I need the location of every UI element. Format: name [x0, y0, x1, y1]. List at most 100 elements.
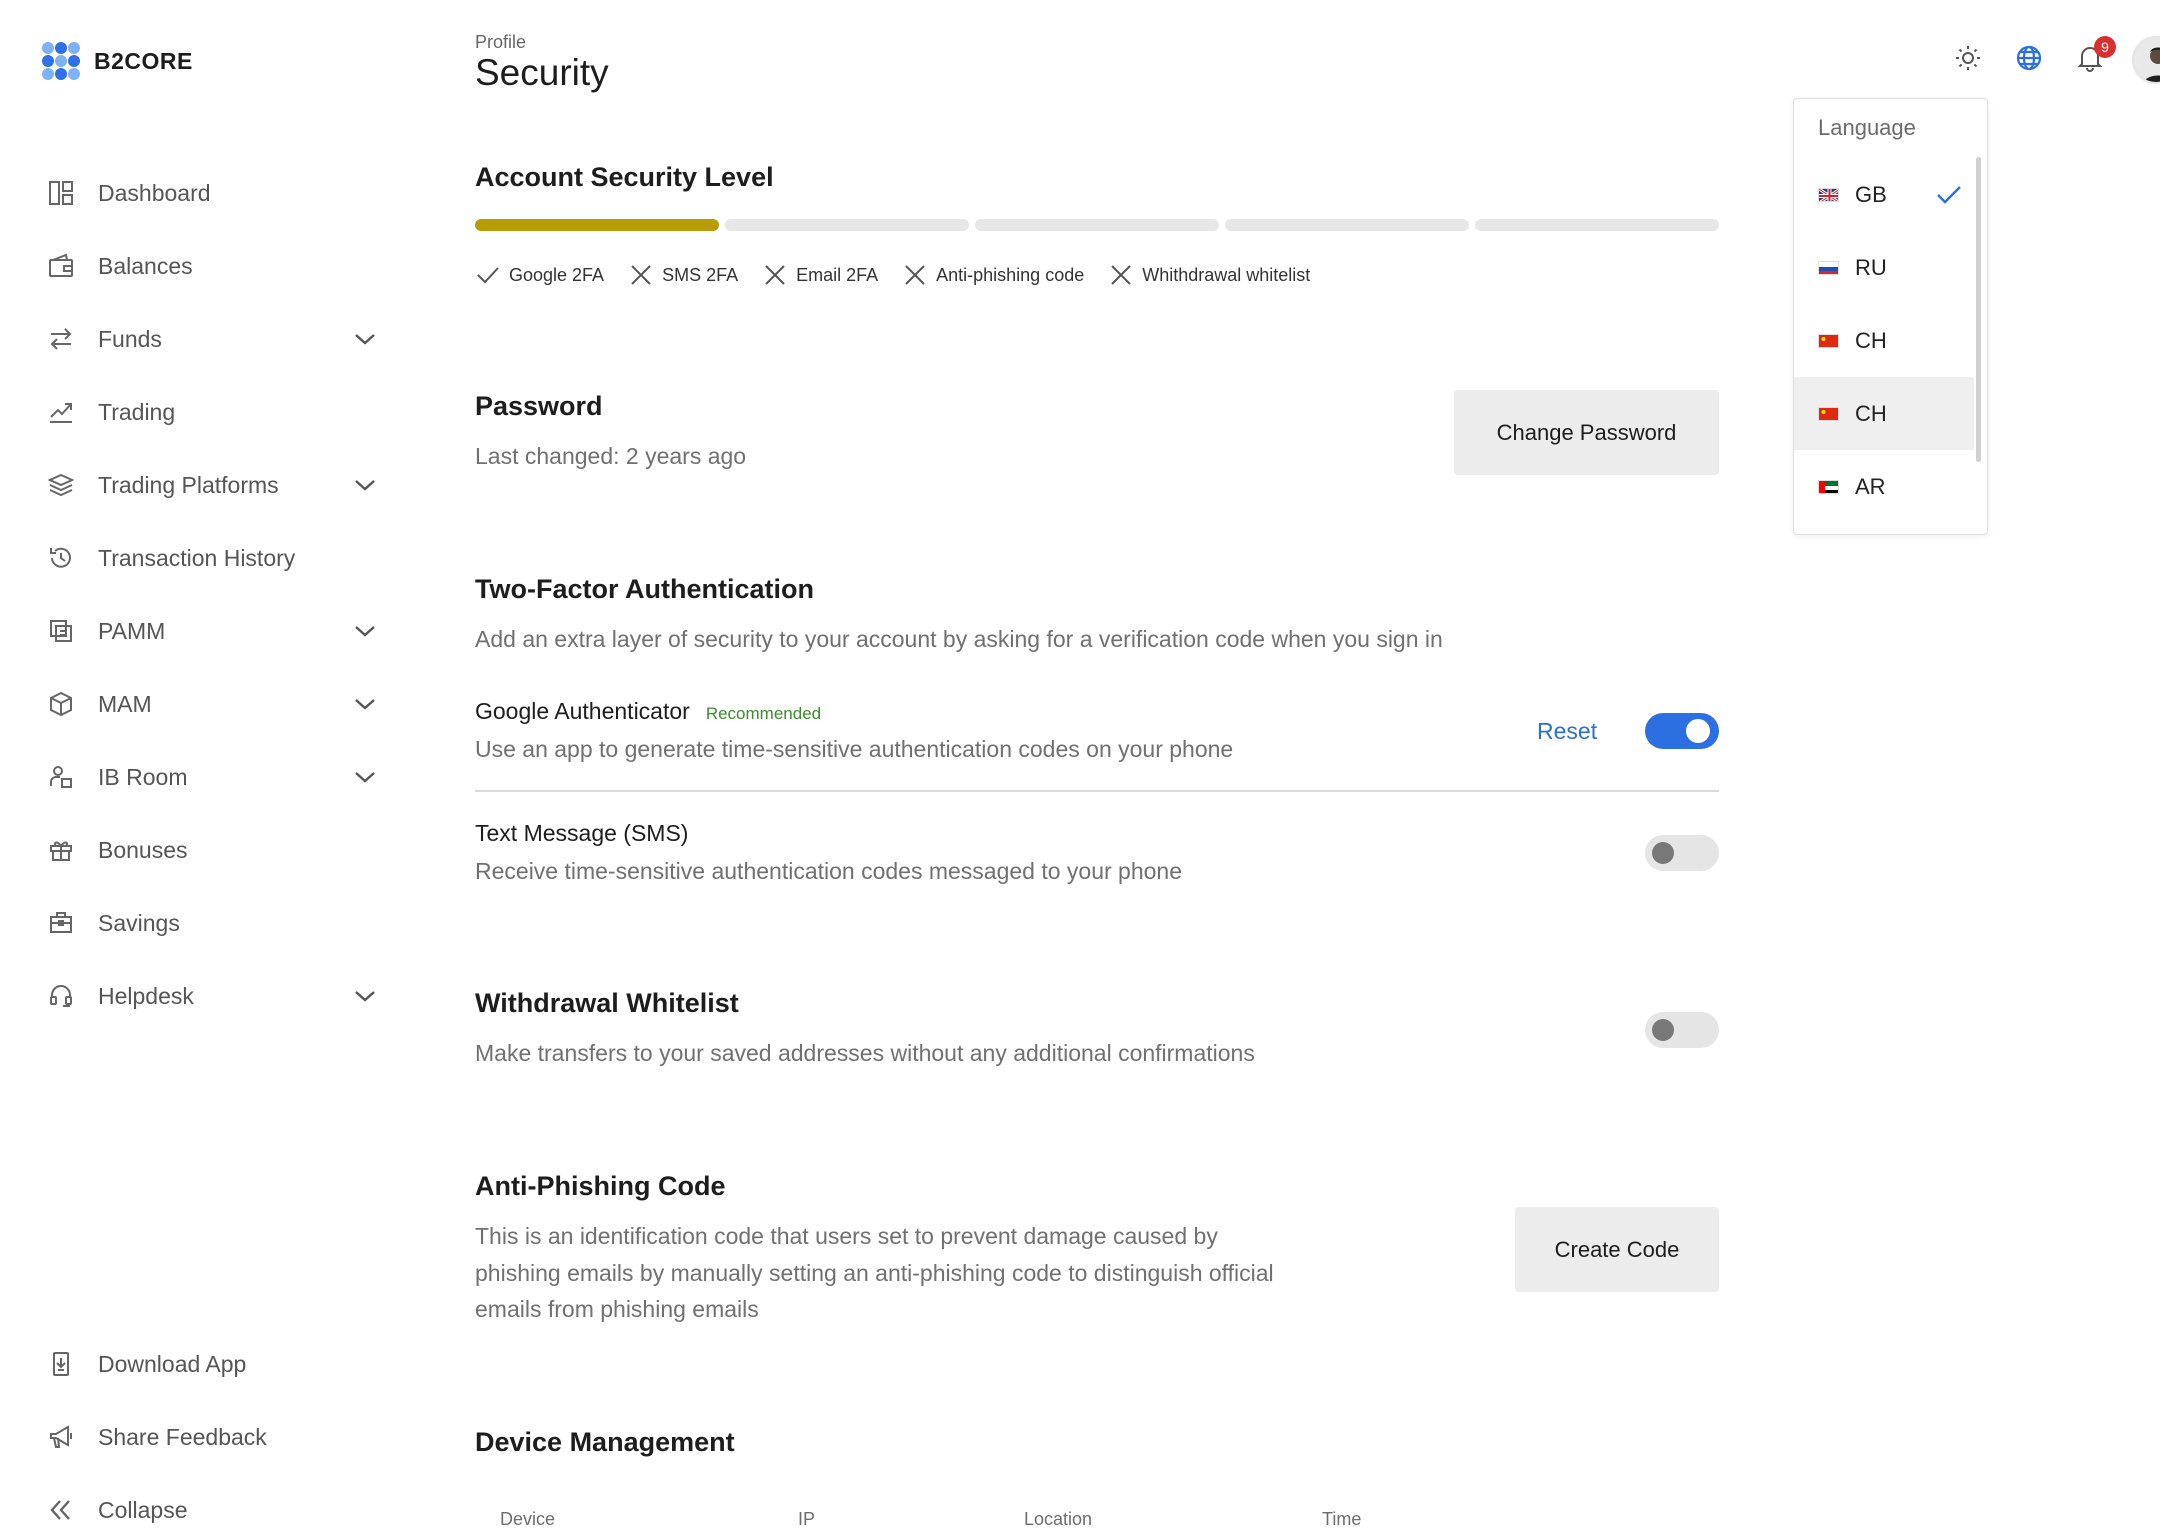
- sms-title: Text Message (SMS): [475, 820, 689, 846]
- cross-icon: [765, 265, 785, 285]
- language-code: AR: [1855, 473, 1886, 499]
- sidebar-item-helpdesk[interactable]: Helpdesk: [46, 971, 386, 1021]
- sidebar-item-funds[interactable]: Funds: [46, 314, 386, 364]
- check-sms-2fa: SMS 2FA: [628, 262, 738, 288]
- chevron-down-icon[interactable]: [352, 764, 378, 790]
- notification-count-badge: 9: [2094, 36, 2116, 58]
- recommended-badge: Recommended: [705, 704, 822, 723]
- theme-toggle-button[interactable]: [1952, 44, 1984, 76]
- anti-phishing-title: Anti-Phishing Code: [475, 1171, 726, 1201]
- language-option-ru[interactable]: RU: [1794, 231, 1974, 304]
- dashboard-icon: [46, 178, 76, 208]
- briefcase-icon: [46, 908, 76, 938]
- toggle-knob: [1652, 842, 1674, 864]
- toggle-knob: [1652, 1019, 1674, 1041]
- check-label: Whithdrawal whitelist: [1142, 264, 1311, 285]
- chevron-down-icon[interactable]: [352, 983, 378, 1009]
- check-email-2fa: Email 2FA: [762, 262, 878, 288]
- sidebar-item-savings[interactable]: Savings: [46, 898, 386, 948]
- brand-logo[interactable]: B2CORE: [42, 42, 193, 80]
- megaphone-icon: [46, 1422, 76, 1452]
- sms-2fa-toggle[interactable]: [1645, 835, 1719, 871]
- toggle-knob: [1686, 719, 1710, 743]
- change-password-button[interactable]: Change Password: [1454, 390, 1719, 475]
- users-icon: [46, 762, 76, 792]
- check-label: Google 2FA: [509, 264, 605, 285]
- language-option-ar[interactable]: AR: [1794, 450, 1974, 523]
- sms-description: Receive time-sensitive authentication co…: [475, 858, 1183, 884]
- sidebar-item-transaction-history[interactable]: Transaction History: [46, 533, 386, 583]
- notifications-button[interactable]: 9: [2074, 36, 2116, 76]
- sidebar-item-dashboard[interactable]: Dashboard: [46, 168, 386, 218]
- sidebar-item-ib-room[interactable]: IB Room: [46, 752, 386, 802]
- avatar[interactable]: [2132, 36, 2160, 84]
- sidebar-item-label: MAM: [98, 690, 152, 717]
- create-code-button[interactable]: Create Code: [1515, 1207, 1719, 1292]
- share-feedback-link[interactable]: Share Feedback: [46, 1412, 386, 1462]
- gift-icon: [46, 835, 76, 865]
- check-withdrawal-whitelist: Whithdrawal whitelist: [1108, 262, 1310, 288]
- cross-icon: [1111, 265, 1131, 285]
- language-option-ch-hovered[interactable]: CH: [1794, 377, 1974, 450]
- cross-icon: [631, 265, 651, 285]
- column-header-device[interactable]: Device: [500, 1509, 555, 1530]
- globe-icon: [2015, 44, 2043, 77]
- double-chevron-left-icon: [46, 1495, 76, 1525]
- cross-icon: [905, 265, 925, 285]
- language-button[interactable]: [2013, 44, 2045, 76]
- google-authenticator-row: Google Authenticator Recommended: [475, 698, 821, 725]
- sidebar-item-trading[interactable]: Trading: [46, 387, 386, 437]
- check-anti-phishing: Anti-phishing code: [902, 262, 1084, 288]
- reset-google-2fa-link[interactable]: Reset: [1537, 718, 1597, 745]
- collapse-sidebar-button[interactable]: Collapse: [46, 1485, 386, 1535]
- sidebar-item-label: Funds: [98, 325, 162, 352]
- download-app-link[interactable]: Download App: [46, 1339, 386, 1389]
- sun-icon: [1954, 44, 1982, 77]
- download-icon: [46, 1349, 76, 1379]
- russia-flag-icon: [1818, 260, 1839, 275]
- language-option-gb[interactable]: GB: [1794, 158, 1974, 231]
- chevron-down-icon[interactable]: [352, 472, 378, 498]
- language-code: RU: [1855, 254, 1887, 280]
- sidebar-item-label: PAMM: [98, 617, 166, 644]
- dropdown-scrollbar[interactable]: [1976, 157, 1981, 462]
- language-code: GB: [1855, 181, 1887, 207]
- chevron-down-icon[interactable]: [352, 691, 378, 717]
- progress-segment: [1225, 219, 1469, 231]
- history-icon: [46, 543, 76, 573]
- chevron-down-icon[interactable]: [352, 618, 378, 644]
- column-header-ip[interactable]: IP: [798, 1509, 815, 1530]
- google-authenticator-description: Use an app to generate time-sensitive au…: [475, 736, 1234, 762]
- column-header-location[interactable]: Location: [1024, 1509, 1092, 1530]
- sidebar-item-bonuses[interactable]: Bonuses: [46, 825, 386, 875]
- uae-flag-icon: [1818, 479, 1839, 494]
- language-option-ch[interactable]: CH: [1794, 304, 1974, 377]
- withdrawal-whitelist-toggle[interactable]: [1645, 1012, 1719, 1048]
- google-2fa-toggle[interactable]: [1645, 713, 1719, 749]
- chevron-down-icon[interactable]: [352, 326, 378, 352]
- collapse-label: Collapse: [98, 1496, 188, 1523]
- language-code: CH: [1855, 327, 1887, 353]
- sidebar-item-mam[interactable]: MAM: [46, 679, 386, 729]
- sidebar-item-label: Transaction History: [98, 544, 296, 571]
- layers-icon: [46, 470, 76, 500]
- sidebar-item-pamm[interactable]: PAMM: [46, 606, 386, 656]
- copy-icon: [46, 616, 76, 646]
- column-header-time[interactable]: Time: [1322, 1509, 1361, 1530]
- sidebar-item-trading-platforms[interactable]: Trading Platforms: [46, 460, 386, 510]
- sidebar-item-label: Bonuses: [98, 836, 188, 863]
- sidebar-item-balances[interactable]: Balances: [46, 241, 386, 291]
- cube-icon: [46, 689, 76, 719]
- china-flag-icon: [1818, 406, 1839, 421]
- progress-segment: [475, 219, 719, 231]
- page-title: Security: [475, 52, 609, 93]
- check-label: Anti-phishing code: [936, 264, 1085, 285]
- breadcrumb[interactable]: Profile: [475, 32, 526, 53]
- security-level-title: Account Security Level: [475, 162, 774, 192]
- check-label: SMS 2FA: [662, 264, 739, 285]
- check-label: Email 2FA: [796, 264, 879, 285]
- sidebar-item-label: IB Room: [98, 763, 188, 790]
- password-title: Password: [475, 391, 603, 421]
- withdrawal-whitelist-description: Make transfers to your saved addresses w…: [475, 1040, 1255, 1066]
- language-dropdown: Language GB RU CH CH AR: [1793, 98, 1988, 535]
